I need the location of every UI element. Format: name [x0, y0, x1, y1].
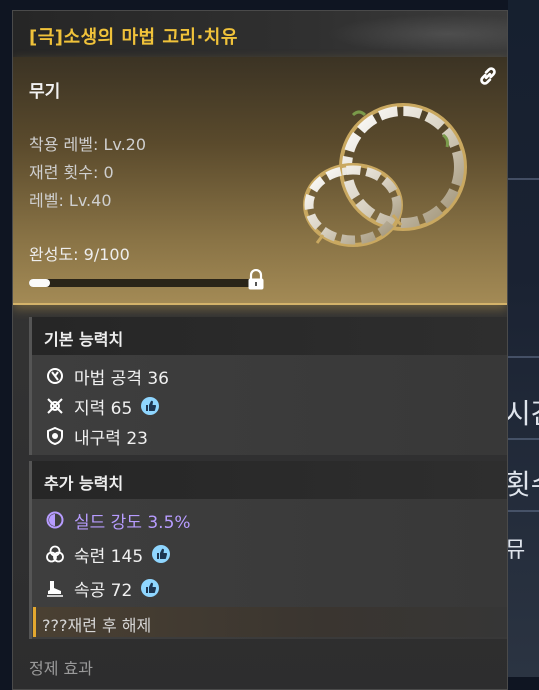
- link-icon[interactable]: [477, 65, 499, 87]
- refine-count: 재련 횟수: 0: [29, 163, 114, 182]
- background-label-time: 시간: [505, 397, 539, 430]
- stat-shield-strength: 실드 강도 3.5%: [74, 512, 191, 533]
- shield-strength-icon: [46, 511, 64, 529]
- stat-row: 지력 65: [46, 393, 160, 419]
- stat-proficiency: 숙련 145: [74, 546, 144, 567]
- intellect-icon: [47, 398, 63, 414]
- base-stats-header: 기본 능력치: [29, 317, 507, 355]
- item-name: [극]소생의 마법 고리·치유: [29, 27, 238, 48]
- background-label-misc: 뮤: [505, 538, 526, 563]
- background-panel: [508, 0, 539, 677]
- stat-row: 숙련 145: [46, 541, 171, 567]
- extra-stats-header: 추가 능력치: [29, 461, 507, 499]
- stat-row: 내구력 23: [46, 423, 148, 449]
- background-divider: [508, 356, 539, 358]
- stat-row: 실드 강도 3.5%: [46, 507, 191, 533]
- title-ornament: [307, 11, 507, 57]
- background-label-count: 횟수: [505, 468, 539, 501]
- base-stats-title: 기본 능력치: [44, 330, 124, 349]
- completion-bar: [29, 279, 257, 287]
- completion-bar-fill: [29, 279, 50, 287]
- recommended-thumb-icon: [141, 579, 160, 597]
- item-card: 무기 착용 레벨: Lv.20 재련 횟수: 0 레벨: Lv.40 완성도: …: [13, 57, 507, 305]
- background-divider: [508, 438, 539, 440]
- lock-icon: [248, 269, 264, 290]
- base-stats-box: 마법 공격 36 지력 65 내구력 23: [29, 355, 507, 455]
- magic-attack-icon: [47, 368, 63, 384]
- item-tooltip: [극]소생의 마법 고리·치유 무기 착용 레벨: Lv.20 재련 횟수: 0…: [12, 10, 508, 690]
- item-level: 레벨: Lv.40: [29, 191, 112, 210]
- locked-stat-row: ???재련 후 해제: [33, 607, 507, 637]
- stat-magic-attack: 마법 공격 36: [74, 368, 169, 389]
- recommended-thumb-icon: [141, 397, 160, 415]
- stat-row: 마법 공격 36: [46, 363, 169, 389]
- magic-ring-image: [303, 103, 467, 247]
- equip-level: 착용 레벨: Lv.20: [29, 135, 147, 154]
- item-type: 무기: [29, 82, 61, 102]
- recommended-thumb-icon: [152, 545, 171, 563]
- proficiency-icon: [46, 545, 64, 563]
- attack-speed-icon: [47, 581, 63, 597]
- stat-intellect: 지력 65: [74, 398, 133, 419]
- locked-stat-text: ???재련 후 해제: [42, 616, 152, 635]
- stat-row: 속공 72: [46, 575, 160, 601]
- tooltip-title-bar: [극]소생의 마법 고리·치유: [13, 11, 507, 57]
- durability-icon: [47, 427, 63, 445]
- refine-effect-label: 정제 효과: [29, 659, 93, 678]
- completion-label: 완성도: 9/100: [29, 245, 130, 264]
- background-divider: [508, 178, 539, 180]
- stat-attack-speed: 속공 72: [74, 580, 133, 601]
- background-divider: [508, 510, 539, 512]
- stat-durability: 내구력 23: [74, 428, 148, 449]
- extra-stats-title: 추가 능력치: [44, 474, 124, 493]
